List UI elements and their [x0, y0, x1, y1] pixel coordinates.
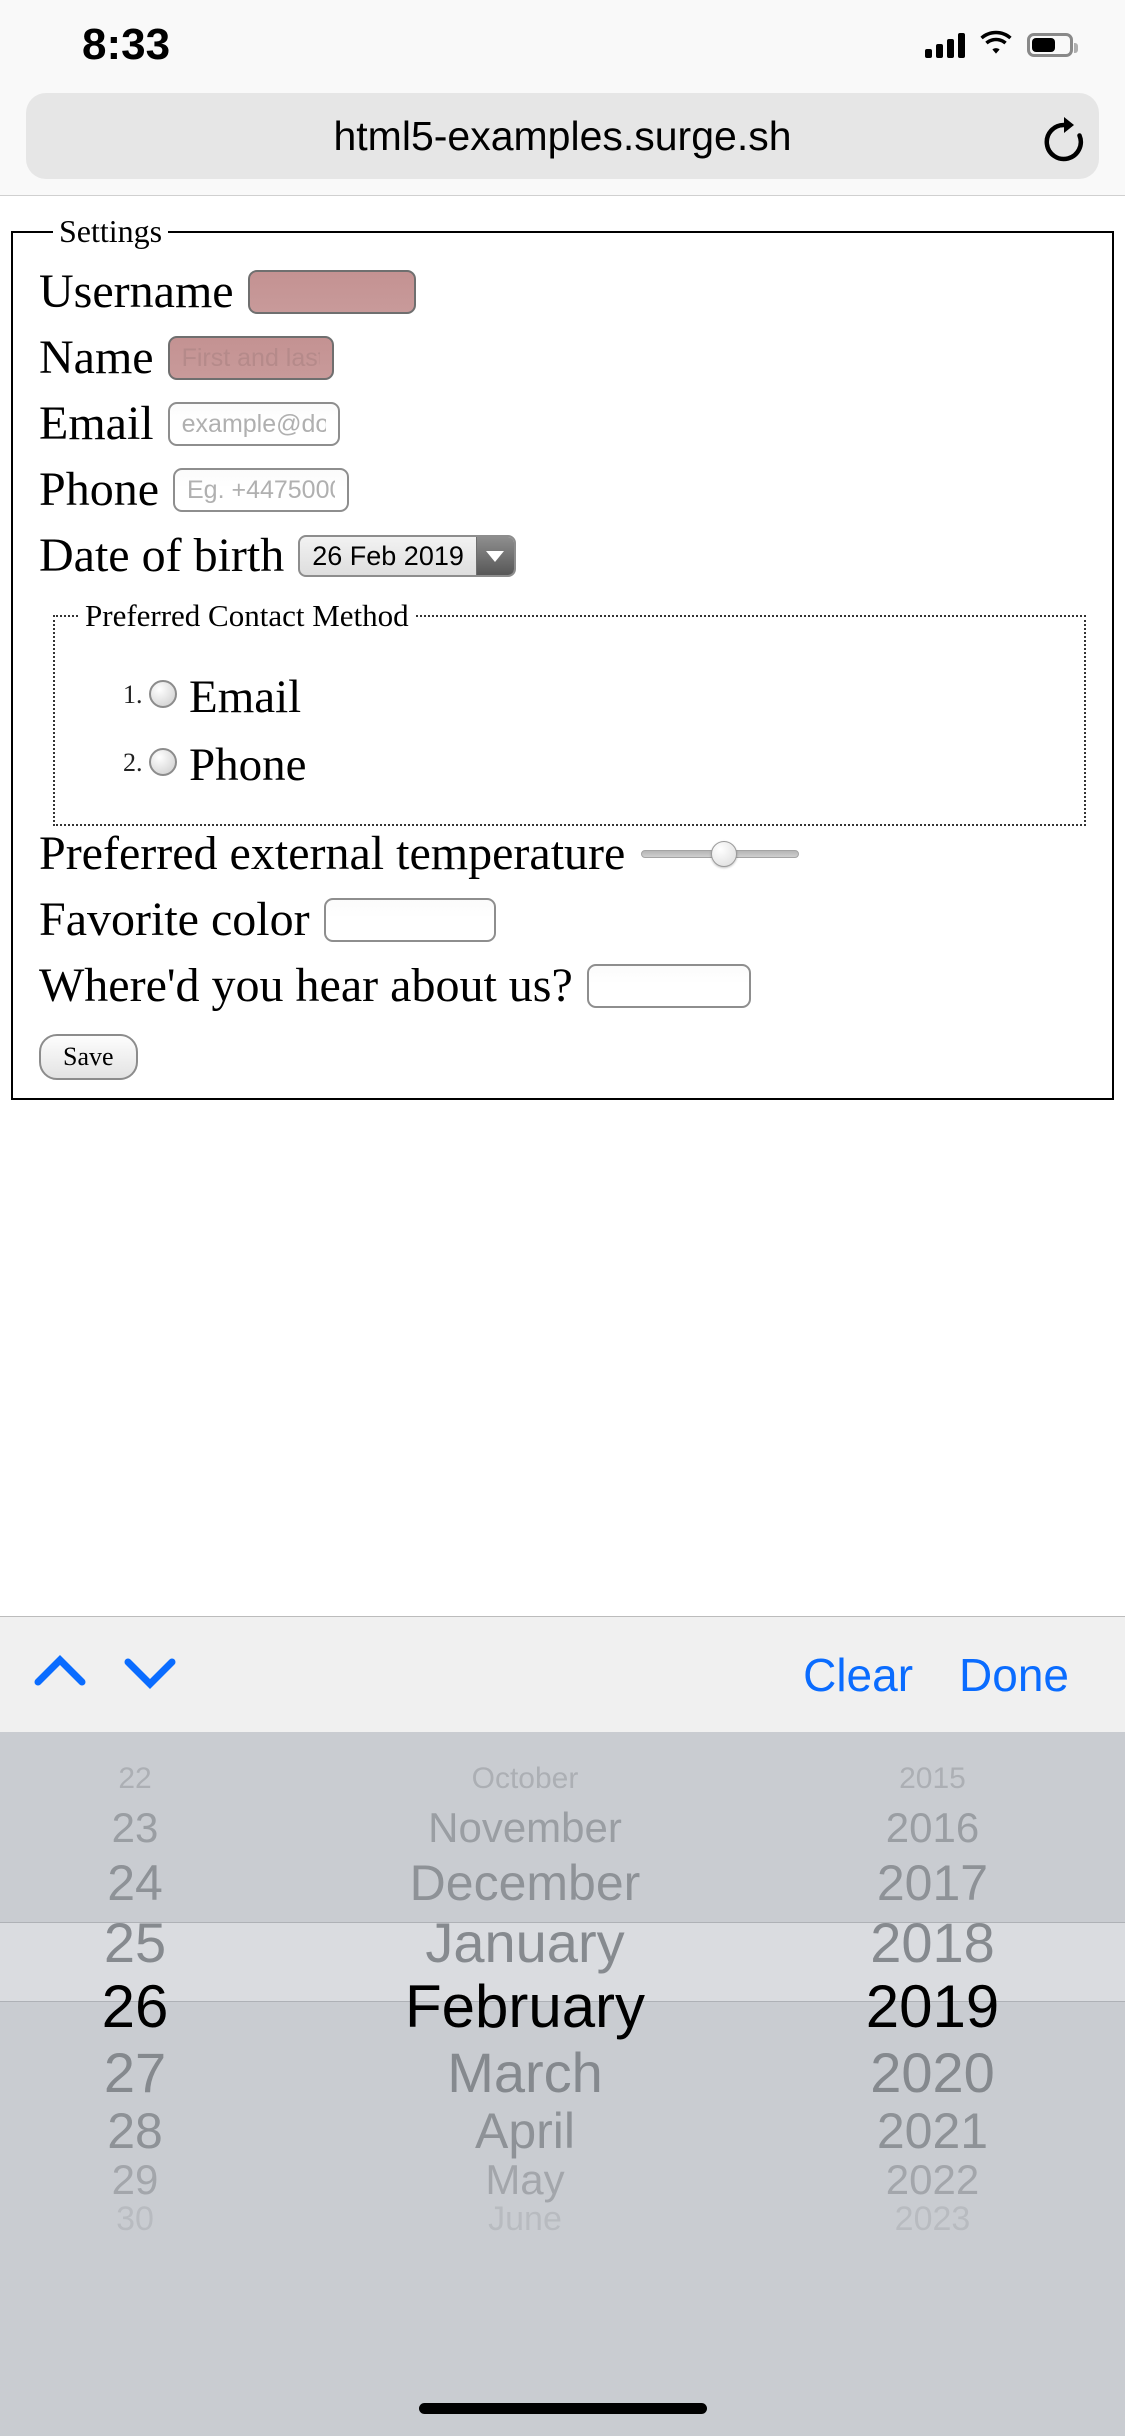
radio-phone[interactable] — [149, 748, 177, 776]
status-bar: 8:33 — [0, 0, 1125, 88]
day-item[interactable]: 29 — [0, 2156, 310, 2204]
name-row: Name — [39, 330, 1094, 386]
day-item[interactable]: 27 — [0, 2040, 310, 2105]
month-item-selected[interactable]: February — [310, 1972, 740, 2041]
day-item[interactable]: 24 — [0, 1854, 310, 1912]
day-item[interactable]: 25 — [0, 1910, 310, 1975]
url-text: html5-examples.surge.sh — [333, 112, 792, 159]
color-input[interactable] — [323, 898, 496, 942]
referral-row: Where'd you hear about us? — [39, 958, 1094, 1014]
year-wheel[interactable]: 2015 2016 2017 2018 2019 2020 2021 2022 … — [740, 1732, 1125, 2436]
name-label: Name — [39, 330, 154, 384]
day-item[interactable]: 28 — [0, 2102, 310, 2160]
month-item[interactable]: January — [310, 1910, 740, 1975]
month-item[interactable]: October — [310, 1762, 740, 1796]
day-item[interactable]: 23 — [0, 1804, 310, 1852]
email-input[interactable] — [167, 402, 340, 446]
contact-method-fieldset: Preferred Contact Method Email Phone — [53, 598, 1086, 826]
status-time: 8:33 — [82, 20, 171, 69]
color-row: Favorite color — [39, 892, 1094, 948]
home-indicator — [418, 2403, 707, 2414]
color-label: Favorite color — [39, 892, 310, 946]
status-indicators — [925, 28, 1078, 62]
date-picker: Clear Done 22 23 24 25 26 27 28 29 30 Oc — [0, 1616, 1125, 2436]
temperature-label: Preferred external temperature — [39, 826, 626, 880]
year-item-selected[interactable]: 2019 — [740, 1972, 1125, 2041]
month-item[interactable]: June — [310, 2200, 740, 2239]
wifi-icon — [979, 30, 1013, 61]
month-item[interactable]: December — [310, 1854, 740, 1912]
temperature-row: Preferred external temperature — [39, 826, 1094, 882]
list-item[interactable]: Email — [149, 670, 1074, 724]
settings-legend: Settings — [59, 213, 163, 249]
year-item[interactable]: 2017 — [740, 1854, 1125, 1912]
day-item[interactable]: 30 — [0, 2200, 310, 2239]
year-item[interactable]: 2022 — [740, 2156, 1125, 2204]
date-picker-wheels: 22 23 24 25 26 27 28 29 30 October Novem… — [0, 1732, 1125, 2436]
dob-label: Date of birth — [39, 528, 285, 582]
year-item[interactable]: 2016 — [740, 1804, 1125, 1852]
dob-row: Date of birth 26 Feb 2019 — [39, 528, 1094, 584]
web-page-content: Settings Username Name Email Phone Date … — [0, 196, 1125, 1616]
referral-input[interactable] — [586, 964, 751, 1008]
year-item[interactable]: 2023 — [740, 2200, 1125, 2239]
radio-phone-label: Phone — [189, 739, 307, 791]
browser-toolbar: html5-examples.surge.sh — [0, 88, 1125, 196]
phone-input[interactable] — [173, 468, 349, 512]
year-item[interactable]: 2020 — [740, 2040, 1125, 2105]
day-item[interactable]: 22 — [0, 1762, 310, 1796]
username-input[interactable] — [247, 270, 416, 314]
clear-button[interactable]: Clear — [803, 1648, 913, 1702]
contact-method-list: Email Phone — [65, 670, 1074, 792]
chevron-down-icon[interactable] — [90, 1642, 180, 1707]
year-item[interactable]: 2018 — [740, 1910, 1125, 1975]
chevron-down-icon — [475, 537, 514, 575]
month-item[interactable]: November — [310, 1804, 740, 1852]
day-item-selected[interactable]: 26 — [0, 1972, 310, 2041]
battery-icon — [1027, 33, 1078, 57]
done-button[interactable]: Done — [959, 1648, 1069, 1702]
save-button[interactable]: Save — [39, 1034, 138, 1080]
month-item[interactable]: May — [310, 2156, 740, 2204]
radio-email-label: Email — [189, 671, 302, 723]
contact-method-legend: Preferred Contact Method — [85, 598, 409, 633]
email-row: Email — [39, 396, 1094, 452]
temperature-slider[interactable] — [641, 834, 800, 874]
name-input[interactable] — [167, 336, 334, 380]
referral-label: Where'd you hear about us? — [39, 958, 573, 1012]
month-item[interactable]: April — [310, 2102, 740, 2160]
username-row: Username — [39, 264, 1094, 320]
phone-row: Phone — [39, 462, 1094, 518]
month-wheel[interactable]: October November December January Februa… — [310, 1732, 740, 2436]
year-item[interactable]: 2015 — [740, 1762, 1125, 1796]
date-picker-toolbar: Clear Done — [0, 1616, 1125, 1732]
username-label: Username — [39, 264, 234, 318]
radio-email[interactable] — [149, 680, 177, 708]
slider-thumb[interactable] — [710, 841, 737, 867]
cellular-bars-icon — [925, 32, 965, 58]
settings-fieldset: Settings Username Name Email Phone Date … — [11, 213, 1114, 1100]
list-item[interactable]: Phone — [149, 738, 1074, 792]
chevron-up-icon[interactable] — [0, 1642, 90, 1707]
phone-screen: 8:33 html5-examples.surge.sh Settings Us… — [0, 0, 1125, 2436]
phone-label: Phone — [39, 462, 159, 516]
dob-select-value: 26 Feb 2019 — [312, 540, 464, 571]
email-label: Email — [39, 396, 154, 450]
month-item[interactable]: March — [310, 2040, 740, 2105]
year-item[interactable]: 2021 — [740, 2102, 1125, 2160]
day-wheel[interactable]: 22 23 24 25 26 27 28 29 30 — [0, 1732, 310, 2436]
url-bar[interactable]: html5-examples.surge.sh — [26, 93, 1099, 179]
dob-select[interactable]: 26 Feb 2019 — [298, 535, 516, 577]
